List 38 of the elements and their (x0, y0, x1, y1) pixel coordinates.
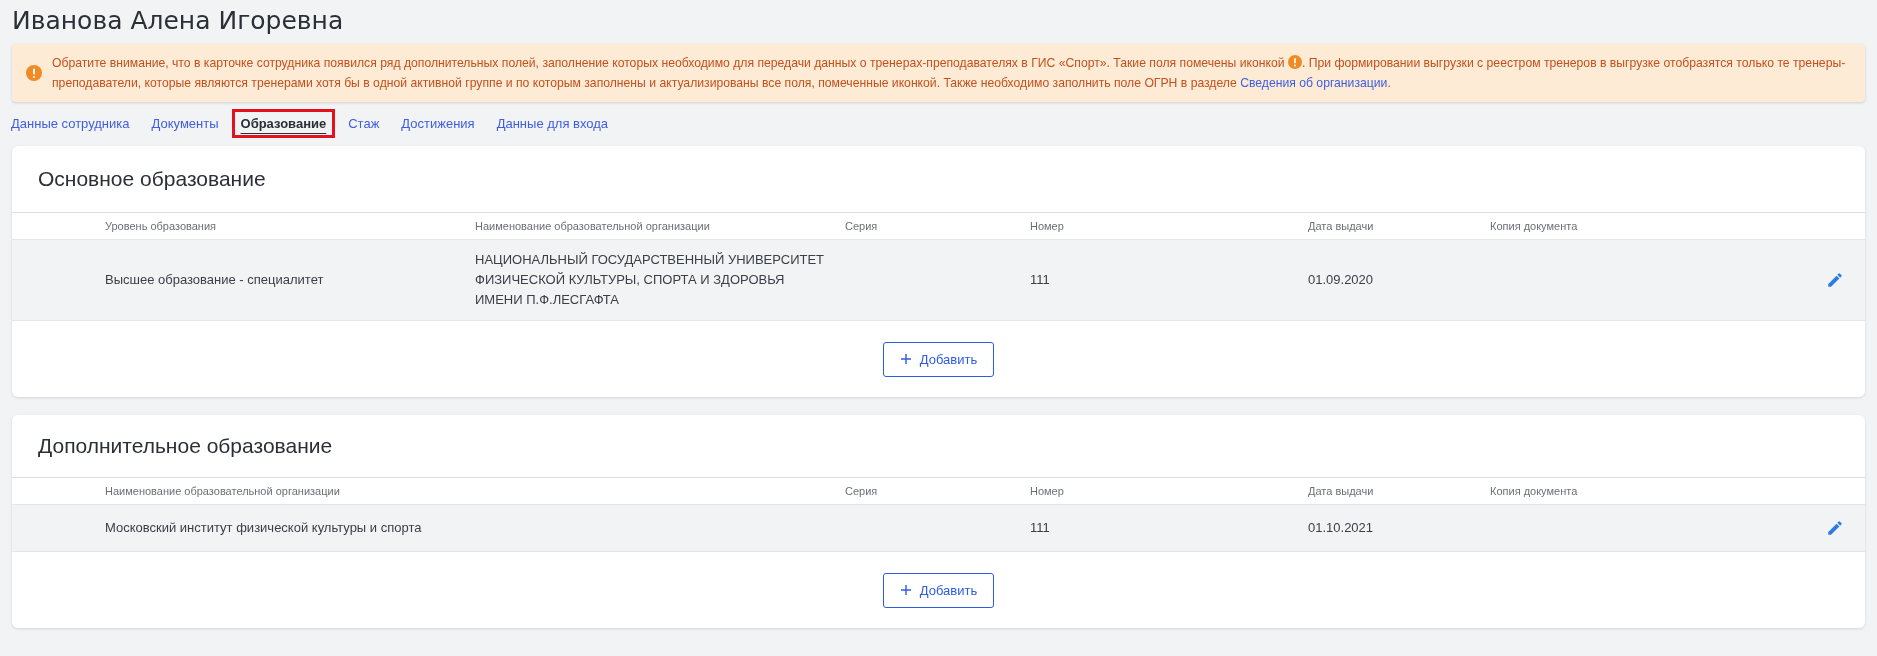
column-header: Копия документа (1490, 485, 1579, 497)
plus-icon (899, 584, 912, 596)
table-cell-text: Московский институт физической культуры и спорта (105, 519, 423, 537)
table-cell-text: 111 (1030, 271, 1051, 289)
warning-icon (1287, 55, 1302, 69)
table-cell-text: НАЦИОНАЛЬНЫЙ ГОСУДАРСТВЕННЫЙ УНИВЕРСИТЕТ ФИЗИЧЕСКОЙ КУЛЬТУРЫ, СПОРТА И ЗДОРОВЬЯ ИМЕНИ П.Ф.ЛЕСГАФТА (475, 251, 826, 309)
column-header: Серия (845, 485, 879, 497)
tab[interactable]: Документы (142, 108, 228, 138)
section-title: Дополнительное образование (12, 415, 1865, 478)
column-header: Наименование образовательной организации (475, 220, 711, 232)
column-header: Дата выдачи (1308, 220, 1375, 232)
tab[interactable]: Образование (231, 108, 336, 138)
page-title: Иванова Алена Игоревна (12, 5, 345, 37)
column-header: Номер (1030, 220, 1065, 232)
column-header: Дата выдачи (1308, 485, 1375, 497)
column-header: Серия (845, 220, 879, 232)
plus-icon (899, 353, 912, 365)
tab[interactable]: Данные сотрудника (2, 108, 139, 138)
notice-text: Обратите внимание, что в карточке сотрудника появился ряд дополнительных полей, заполнение которых необходимо для передачи данных о тренерах-преподавателях в ГИС «Спорт». Такие поля помечены иконкой . При формировании выгрузки с реестром тренеров в выгрузке отобразятся только те тренеры-преподаватели, которые являются тренерами хотя бы в одной активной группе и по которым заполнены и актуализированы все поля, помеченные иконкой. Также необходимо заполнить поле ОГРН в разделе Сведения об организации. (52, 54, 1847, 92)
edit-button[interactable] (1826, 519, 1844, 537)
add-button[interactable]: Добавить (882, 341, 995, 377)
warning-icon (26, 65, 42, 81)
column-header: Уровень образования (105, 220, 217, 232)
column-header: Копия документа (1490, 220, 1579, 232)
section-title: Основное образование (12, 146, 1865, 213)
tab[interactable]: Данные для входа (487, 108, 618, 138)
table-cell-text: 01.09.2020 (1308, 271, 1375, 289)
table-cell-text: 111 (1030, 519, 1051, 537)
column-header: Наименование образовательной организации (105, 485, 341, 497)
column-header: Номер (1030, 485, 1065, 497)
tab[interactable]: Достижения (392, 108, 484, 138)
edit-button[interactable] (1826, 271, 1844, 289)
pencil-icon (1826, 519, 1844, 537)
add-button[interactable]: Добавить (882, 572, 995, 608)
table-cell-text: Высшее образование - специалитет (105, 271, 325, 289)
pencil-icon (1826, 271, 1844, 289)
tab[interactable]: Стаж (339, 108, 389, 138)
table-cell-text: 01.10.2021 (1308, 519, 1375, 537)
